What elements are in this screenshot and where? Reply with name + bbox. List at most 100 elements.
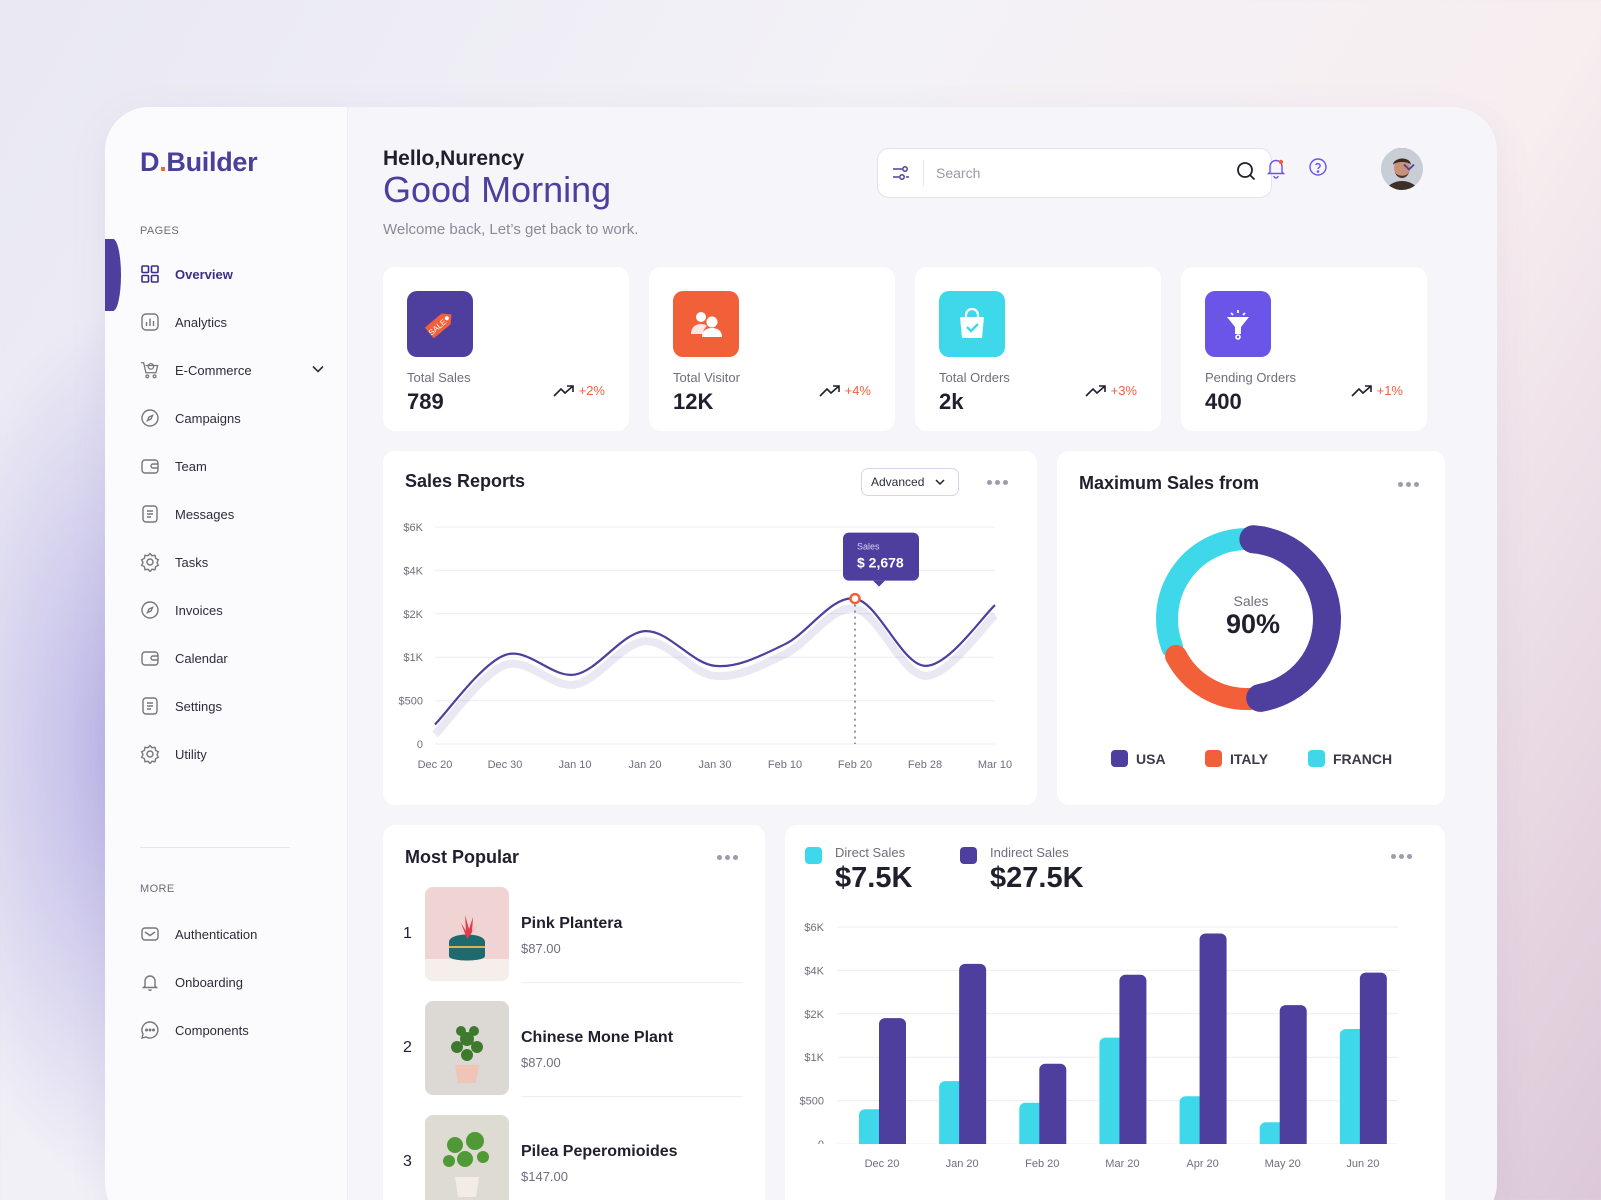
list-item[interactable]: 3 Pilea Peperomioides $147.00 (403, 1115, 743, 1200)
sidebar-item-tasks[interactable]: Tasks (140, 548, 320, 576)
item-price: $147.00 (521, 1169, 568, 1184)
stat-card-total-sales[interactable]: SALE Total Sales 789 +2% (383, 267, 629, 431)
analytics-icon (140, 312, 160, 332)
sidebar-item-messages[interactable]: Messages (140, 500, 320, 528)
notification-bell-icon[interactable] (1266, 157, 1286, 184)
list-item[interactable]: 2 Chinese Mone Plant $87.00 (403, 1001, 743, 1097)
sidebar-item-label: Tasks (175, 554, 209, 570)
y-tick-label: 0 (417, 739, 423, 751)
bar-indirect-sales (1119, 974, 1147, 1150)
item-rank: 1 (403, 925, 412, 942)
chevron-down-icon[interactable] (1401, 159, 1417, 180)
x-tick-label: Dec 30 (488, 759, 523, 771)
donut-slice-italy (1165, 644, 1262, 710)
trend-up-icon (1085, 384, 1106, 397)
sidebar-item-label: Campaigns (175, 410, 241, 426)
sales-breakdown-card: Direct Sales $7.5K Indirect Sales $27.5K… (785, 825, 1445, 1200)
sidebar-item-ecommerce[interactable]: E-Commerce (140, 356, 324, 384)
bar-chart: 0$500$1K$2K$4K$6KDec 20Jan 20Feb 20Mar 2… (785, 922, 1445, 1170)
x-tick-label: Feb 20 (1025, 1158, 1059, 1170)
stat-card-total-orders[interactable]: Total Orders 2k +3% (915, 267, 1161, 431)
active-indicator (105, 239, 121, 311)
donut-center-value: 90% (1225, 609, 1281, 639)
sidebar-item-team[interactable]: Team (140, 452, 320, 480)
x-tick-label: Jun 20 (1346, 1158, 1379, 1170)
legend-swatch (1111, 750, 1128, 767)
legend-item-franch[interactable]: FRANCH (1308, 750, 1392, 767)
sidebar: D.Builder PAGES Overview Analytics E-Com… (105, 107, 348, 1200)
x-tick-label: Jan 20 (628, 759, 661, 771)
sidebar-item-label: Calendar (175, 650, 228, 666)
stat-trend: +4% (819, 383, 871, 398)
list-item[interactable]: 1 Pink Plantera $87.00 (403, 887, 743, 983)
bell-icon (140, 972, 160, 992)
y-tick-label: $4K (403, 565, 423, 577)
stat-card-total-visitor[interactable]: Total Visitor 12K +4% (649, 267, 895, 431)
search-icon[interactable] (1235, 160, 1257, 187)
stat-card-pending-orders[interactable]: Pending Orders 400 +1% (1181, 267, 1427, 431)
sidebar-item-campaigns[interactable]: Campaigns (140, 404, 320, 432)
sidebar-item-calendar[interactable]: Calendar (140, 644, 320, 672)
legend-item-italy[interactable]: ITALY (1205, 750, 1268, 767)
page-subtitle: Welcome back, Let’s get back to work. (383, 221, 639, 238)
sidebar-item-overview[interactable]: Overview (140, 260, 320, 288)
item-name: Chinese Mone Plant (521, 1029, 674, 1046)
stat-trend: +1% (1351, 383, 1403, 398)
stat-trend: +3% (1085, 383, 1137, 398)
logo[interactable]: D.Builder (140, 147, 258, 178)
sidebar-item-authentication[interactable]: Authentication (140, 920, 320, 948)
highlight-point (849, 592, 861, 605)
item-price: $87.00 (521, 1055, 561, 1070)
search-bar[interactable]: Search (877, 148, 1272, 198)
sidebar-item-onboarding[interactable]: Onboarding (140, 968, 320, 996)
legend-item-usa[interactable]: USA (1111, 750, 1166, 767)
most-popular-card: Most Popular 1 Pink Plantera $87.00 2 Ch… (383, 825, 765, 1200)
y-tick-label: $4K (804, 965, 824, 977)
mail-icon (140, 924, 160, 944)
sidebar-item-utility[interactable]: Utility (140, 740, 320, 768)
sidebar-item-label: Settings (175, 698, 222, 714)
chevron-down-icon[interactable] (311, 362, 325, 379)
x-tick-label: Feb 28 (908, 759, 942, 771)
sidebar-divider (140, 847, 290, 848)
sidebar-item-components[interactable]: Components (140, 1016, 320, 1044)
x-tick-label: Dec 20 (418, 759, 453, 771)
trend-up-icon (1351, 384, 1372, 397)
wallet-icon (140, 456, 160, 476)
product-image (425, 1115, 509, 1200)
product-image (425, 887, 509, 981)
x-tick-label: Mar 20 (1105, 1158, 1139, 1170)
sales-report-card: Sales Reports Advanced 0 $500 $1K $2K $4K $6K… (383, 451, 1037, 805)
compass-icon (140, 408, 160, 428)
item-divider (521, 982, 743, 983)
bar-indirect-sales (1359, 972, 1387, 1150)
item-divider (521, 1096, 743, 1097)
donut-center-label: Sales (1233, 593, 1269, 609)
stat-value: 2k (939, 389, 964, 414)
sidebar-item-invoices[interactable]: Invoices (140, 596, 320, 624)
gear-icon (140, 744, 160, 764)
line-shadow (432, 604, 998, 738)
legend-swatch (1205, 750, 1222, 767)
more-section-label: MORE (140, 883, 175, 895)
sidebar-item-label: Components (175, 1022, 249, 1038)
bar-indirect-sales (1279, 1005, 1307, 1150)
sidebar-item-analytics[interactable]: Analytics (140, 308, 320, 336)
shopping-bag-icon (939, 291, 1005, 357)
y-tick-label: $1K (403, 652, 423, 664)
sidebar-item-settings[interactable]: Settings (140, 692, 320, 720)
help-icon[interactable] (1308, 157, 1328, 182)
bar-indirect-sales (1039, 1063, 1067, 1150)
sidebar-item-label: Authentication (175, 926, 258, 942)
more-options-icon[interactable] (1398, 482, 1419, 487)
filter-icon[interactable] (878, 160, 924, 186)
x-tick-label: Feb 20 (838, 759, 872, 771)
stat-value: 789 (407, 389, 444, 414)
sidebar-item-label: Onboarding (175, 974, 243, 990)
stat-label: Pending Orders (1205, 370, 1297, 385)
search-input[interactable]: Search (936, 165, 1235, 181)
more-options-icon[interactable] (717, 855, 738, 860)
y-tick-label: $1K (804, 1052, 824, 1064)
card-title: Maximum Sales from (1079, 473, 1260, 493)
stat-trend: +2% (553, 383, 605, 398)
